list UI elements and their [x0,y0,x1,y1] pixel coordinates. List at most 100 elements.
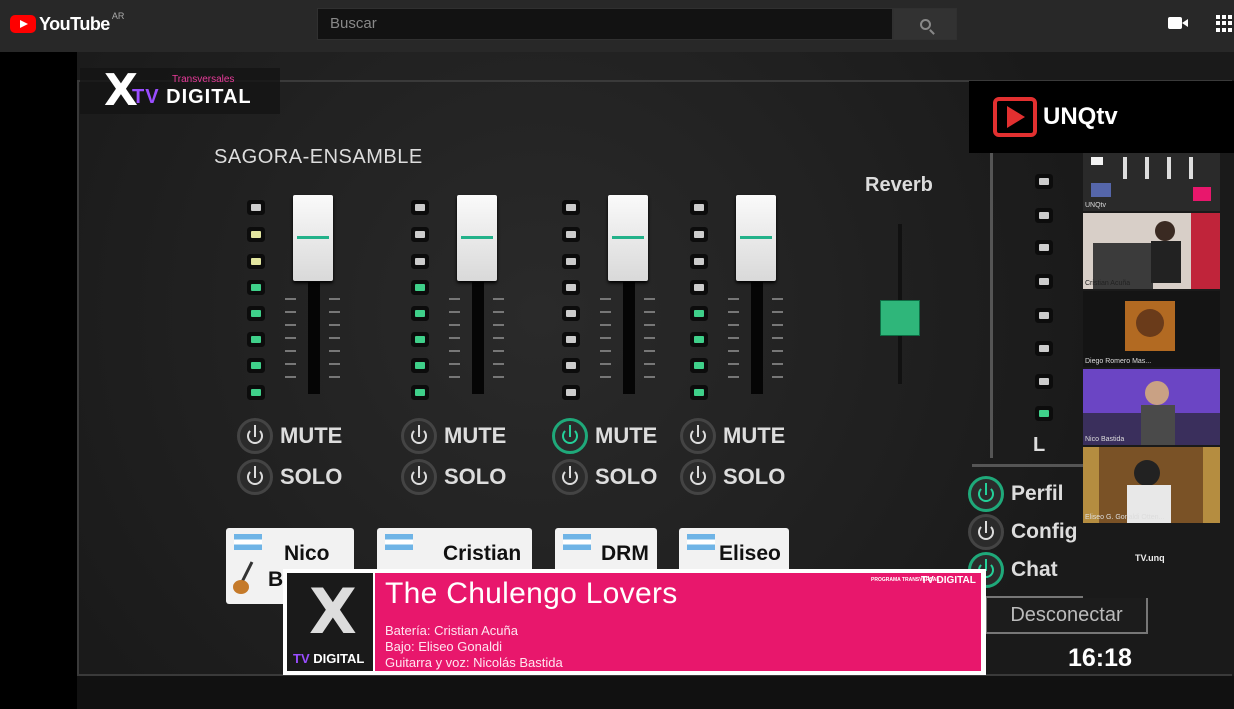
guitar-icon [232,560,258,596]
power-icon [401,418,437,454]
level-meter-led [566,336,576,343]
power-icon [680,459,716,495]
input-level-led [1039,212,1049,219]
participant-tile[interactable]: Diego Romero Mas... [1083,291,1220,367]
input-level-led [1039,178,1049,185]
participant-video [1083,213,1220,289]
fader-track [751,282,763,394]
input-level-led [1039,410,1049,417]
level-meter-led [415,336,425,343]
solo-button[interactable]: SOLO [552,459,657,495]
power-icon [680,418,716,454]
musician-name: Cristian [443,542,522,565]
level-meter-led [694,389,704,396]
channel-l-label: L [1033,434,1046,456]
volume-fader-handle[interactable] [736,195,776,281]
input-level-led [1039,345,1049,352]
participant-video [1083,369,1220,445]
create-video-icon[interactable] [1168,17,1188,29]
level-meter-led [566,389,576,396]
level-meter-led [251,284,261,291]
level-meter-led [251,204,261,211]
apps-grid-icon[interactable] [1216,15,1233,32]
volume-fader-handle[interactable] [293,195,333,281]
level-meter-led [251,336,261,343]
lower-third-banner: X TV DIGITAL The Chulengo Lovers Batería… [283,569,986,675]
unqtv-wordmark: UNQtv [1043,103,1118,130]
lower-third-info: The Chulengo Lovers Batería: Cristian Ac… [375,573,981,671]
power-icon [968,514,1004,550]
tv-digital-sub: Transversales [172,74,235,85]
mute-button[interactable]: MUTE [552,418,657,454]
level-meter-led [251,362,261,369]
solo-label: SOLO [280,464,343,489]
fader-track [472,282,484,394]
level-meter-led [566,362,576,369]
perfil-button[interactable]: Perfil [968,476,1064,512]
power-icon [237,459,273,495]
participant-video [1083,291,1220,367]
level-meter-led [566,310,576,317]
youtube-header: YouTube AR Buscar [0,0,1234,52]
participant-tile[interactable]: Nico Bastida [1083,369,1220,445]
search-button[interactable] [893,8,957,40]
lower-third-logo: X TV DIGITAL [287,573,373,671]
level-meter-led [694,362,704,369]
level-meter-led [694,258,704,265]
youtube-logo[interactable]: YouTube AR [10,11,124,36]
participant-tile[interactable]: UNQtv [1083,153,1220,211]
participant-name: UNQtv [1085,202,1106,209]
argentina-flag-icon [234,534,262,550]
participant-tile[interactable]: Eliseo G. Gonaldi Otten... [1083,447,1220,523]
volume-fader-handle[interactable] [608,195,648,281]
unqtv-play-icon [993,97,1037,137]
solo-label: SOLO [723,464,786,489]
level-meter-led [415,389,425,396]
tv-digital-main: TV DIGITAL [132,86,252,108]
level-meter-led [694,204,704,211]
power-icon [237,418,273,454]
youtube-wordmark: YouTube [39,13,110,34]
solo-button[interactable]: SOLO [680,459,785,495]
volume-fader-handle[interactable] [457,195,497,281]
mute-button[interactable]: MUTE [237,418,342,454]
level-meter-led [694,231,704,238]
search-input[interactable]: Buscar [317,8,893,40]
level-meter-led [694,284,704,291]
mute-label: MUTE [280,423,343,448]
participant-tile[interactable]: Cristian Acuña [1083,213,1220,289]
mute-button[interactable]: MUTE [680,418,785,454]
level-meter-led [415,231,425,238]
tv-unq-label: TV.unq [1135,553,1165,563]
level-meter-led [694,336,704,343]
solo-label: SOLO [444,464,507,489]
musician-name: Eliseo [719,542,781,565]
power-icon [552,418,588,454]
solo-button[interactable]: SOLO [401,459,506,495]
solo-button[interactable]: SOLO [237,459,342,495]
participant-name: Cristian Acuña [1085,280,1131,287]
level-meter-led [415,362,425,369]
mute-button[interactable]: MUTE [401,418,506,454]
level-meter-led [415,258,425,265]
config-button[interactable]: Config [968,514,1077,550]
mute-label: MUTE [444,423,507,448]
level-meter-led [415,284,425,291]
level-meter-led [251,231,261,238]
level-meter-led [251,389,261,396]
power-icon [552,459,588,495]
input-level-led [1039,378,1049,385]
input-level-led [1039,278,1049,285]
level-meter-led [566,204,576,211]
reverb-slider-handle[interactable] [880,300,920,336]
mute-label: MUTE [595,423,658,448]
level-meter-led [566,284,576,291]
participant-name: Nico Bastida [1085,436,1125,443]
unqtv-logo: UNQtv [969,81,1234,153]
disconnect-button[interactable]: Desconectar [985,596,1148,634]
tv-digital-logo: X Transversales TV DIGITAL [80,68,280,114]
participant-name: Diego Romero Mas... [1085,358,1152,365]
level-meter-led [251,258,261,265]
argentina-flag-icon [687,534,715,550]
mute-label: MUTE [723,423,786,448]
